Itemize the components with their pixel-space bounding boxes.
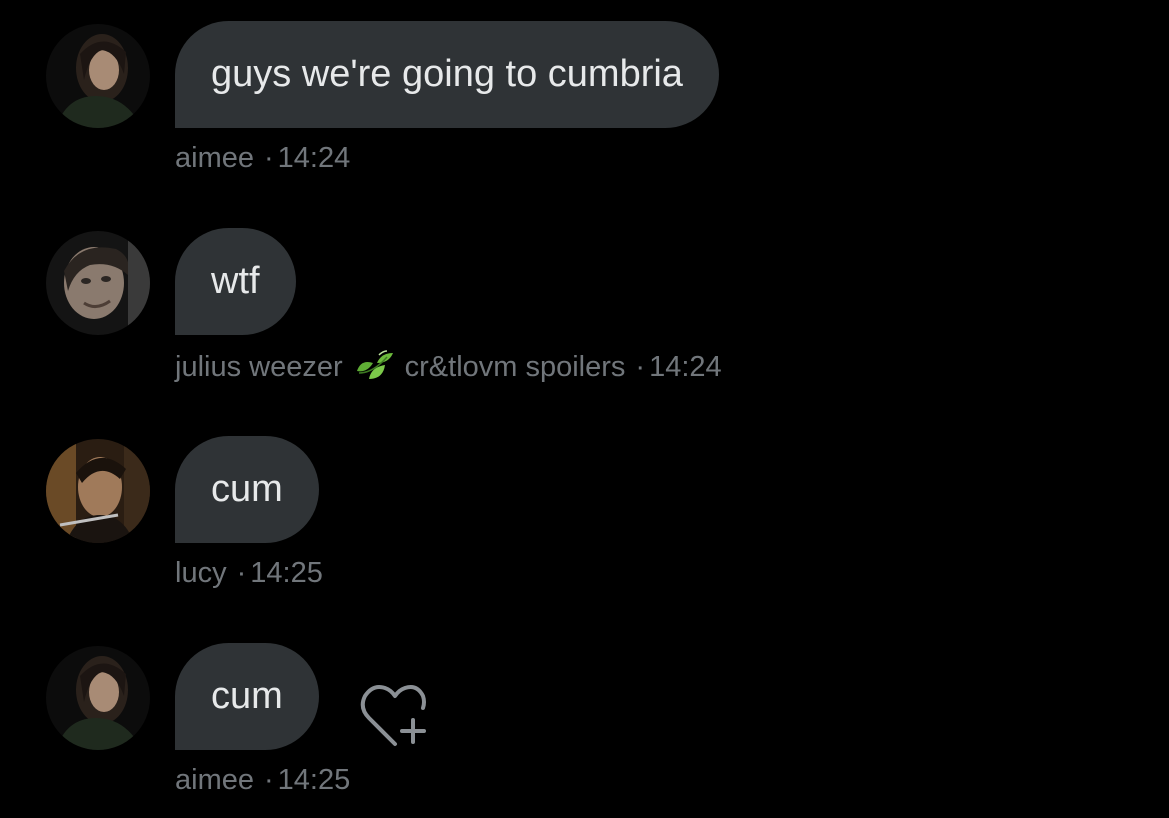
message-text: guys we're going to cumbria xyxy=(211,53,683,95)
message-bubble[interactable]: cum xyxy=(175,436,319,543)
message-time: 14:24 xyxy=(277,142,351,174)
sender-extra[interactable]: cr&tlovm spoilers xyxy=(405,351,626,384)
meta-separator: · xyxy=(264,142,274,174)
avatar[interactable] xyxy=(46,231,150,335)
meta-separator: · xyxy=(264,764,274,796)
message-meta: julius weezer cr&tlovm spoilers · 14:24 xyxy=(175,349,722,385)
avatar-image xyxy=(46,231,150,335)
message-meta: aimee · 14:24 xyxy=(175,142,350,175)
sender-name[interactable]: lucy xyxy=(175,557,227,590)
sender-name[interactable]: julius weezer xyxy=(175,351,343,384)
message-time: 14:25 xyxy=(277,764,351,796)
message-text: cum xyxy=(211,675,283,717)
leaves-icon xyxy=(353,349,395,385)
avatar-image xyxy=(46,439,150,543)
avatar[interactable] xyxy=(46,439,150,543)
message-bubble[interactable]: cum xyxy=(175,643,319,750)
avatar[interactable] xyxy=(46,646,150,750)
message-time: 14:24 xyxy=(649,350,722,383)
message-time: 14:25 xyxy=(250,557,323,589)
sender-name[interactable]: aimee xyxy=(175,142,254,175)
sender-name[interactable]: aimee xyxy=(175,764,254,797)
add-reaction-heart-icon[interactable] xyxy=(355,680,433,750)
meta-separator: · xyxy=(236,557,247,589)
message-meta: lucy · 14:25 xyxy=(175,557,323,590)
avatar-image xyxy=(46,24,150,128)
avatar-image xyxy=(46,646,150,750)
message-bubble[interactable]: wtf xyxy=(175,228,296,335)
message-meta: aimee · 14:25 xyxy=(175,764,350,797)
meta-separator: · xyxy=(635,350,646,383)
message-bubble[interactable]: guys we're going to cumbria xyxy=(175,21,719,128)
message-text: wtf xyxy=(211,260,260,302)
message-text: cum xyxy=(211,468,283,510)
avatar[interactable] xyxy=(46,24,150,128)
